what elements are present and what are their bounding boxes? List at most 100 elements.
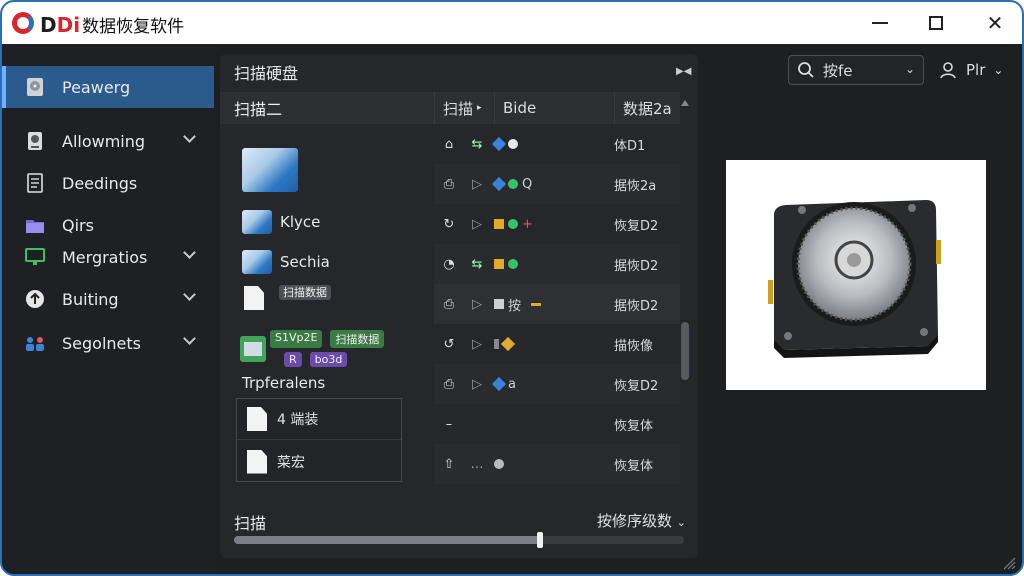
column-header-bide[interactable]: Bide	[494, 92, 614, 124]
table-row[interactable]: ⎙ ▷ Q 据恢2a	[434, 164, 680, 204]
table-row[interactable]: ⇧ … 恢复体	[434, 444, 680, 484]
sidebar-item-buiting[interactable]: Buiting	[2, 278, 214, 320]
tag: bo3d	[309, 352, 348, 367]
maximize-button[interactable]	[916, 8, 956, 38]
tree-item-gallery[interactable]: S1Vp2E 扫描数据 R bo3d	[240, 330, 385, 367]
sidebar-item-label: Segolnets	[62, 333, 141, 353]
diamond-icon	[491, 136, 507, 152]
column-label: 扫描	[443, 99, 474, 118]
row-value: 恢复体	[614, 458, 654, 474]
row-text: 按	[508, 298, 522, 314]
progress-handle[interactable]	[537, 532, 543, 548]
chevron-down-icon[interactable]	[183, 130, 196, 143]
sidebar-item-label: Deedings	[62, 173, 138, 193]
collapse-button[interactable]: ▶◀	[676, 66, 691, 77]
chevron-down-icon[interactable]	[183, 288, 196, 301]
dot-icon	[508, 259, 518, 269]
column-header-data[interactable]: 数据2a	[614, 92, 680, 124]
row-value: 据恢D2	[614, 298, 659, 314]
panel-title: 扫描硬盘	[234, 64, 299, 83]
tree-item-image-large[interactable]	[242, 148, 298, 192]
monitor-icon	[24, 246, 46, 268]
document-icon	[244, 286, 264, 310]
diamond-icon	[491, 376, 507, 392]
table-row[interactable]: ⎙ ▷ 按 据恢D2	[434, 284, 680, 324]
row-shapes	[490, 259, 614, 269]
sidebar-item-segolnets[interactable]: Segolnets	[2, 322, 214, 364]
tag: S1Vp2E	[270, 330, 323, 348]
gallery-icon	[240, 335, 266, 362]
row-icon: ⌂	[444, 136, 454, 152]
panel-header: 扫描硬盘	[220, 54, 698, 90]
table-row[interactable]: ◔ ⇆ 据恢D2	[434, 244, 680, 284]
scan-label: 扫描	[234, 514, 267, 533]
title-suffix: 数据恢复软件	[82, 17, 185, 37]
sidebar-item-label: Qirs	[62, 215, 94, 235]
image-icon	[494, 299, 504, 309]
sub-panel: 4 端装 菜宏	[236, 398, 402, 482]
row-status-icon: ▷	[472, 336, 482, 352]
search-box[interactable]: 按fe ⌄	[788, 55, 924, 85]
user-label: Plr	[966, 61, 986, 79]
image-thumbnail-icon	[242, 250, 272, 274]
table-row[interactable]: ⎙ ▷ a 恢复D2	[434, 364, 680, 404]
close-button[interactable]: ✕	[975, 8, 1015, 38]
column-header-scan[interactable]: 扫描 ▸	[434, 92, 494, 124]
sidebar-item-label: Mergratios	[62, 247, 148, 267]
sidebar-item-allowming[interactable]: Allowming	[2, 120, 214, 162]
row-value: 体D1	[614, 138, 646, 154]
scan-progress-bar[interactable]	[234, 532, 684, 548]
image-thumbnail-icon	[242, 148, 298, 192]
user-menu[interactable]: Plr ⌄	[938, 55, 1014, 85]
people-icon	[24, 332, 46, 354]
table-row[interactable]: ↻ ▷ + 恢复D2	[434, 204, 680, 244]
sidebar-item-mergratios[interactable]: Mergratios	[2, 236, 214, 278]
table-row[interactable]: – 恢复体	[434, 404, 680, 444]
sort-dropdown[interactable]: 按修序级数 ⌄	[597, 510, 686, 531]
sort-dropdown-label: 按修序级数	[596, 512, 672, 530]
app-title: DDi 数据恢复软件	[40, 12, 184, 37]
row-text: +	[522, 216, 533, 232]
resize-grip-icon[interactable]	[1002, 556, 1016, 570]
sidebar-item-label: Allowming	[62, 131, 146, 151]
preview-pane	[726, 160, 986, 390]
row-value: 恢复体	[614, 418, 654, 434]
tag-label: 扫描数据	[279, 285, 331, 300]
sidebar-item-deedings[interactable]: Deedings	[2, 162, 214, 204]
tree-item-sechia[interactable]: Sechia	[242, 250, 330, 274]
row-value: 据恢D2	[614, 258, 659, 274]
sub-row[interactable]: 菜宏	[237, 441, 401, 482]
row-shapes: +	[490, 217, 614, 232]
chevron-down-icon[interactable]	[183, 332, 196, 345]
row-shapes	[490, 136, 614, 152]
user-icon	[940, 62, 956, 79]
sub-row[interactable]: 4 端装	[237, 399, 401, 440]
row-shapes: Q	[490, 177, 614, 192]
dash-icon	[531, 302, 542, 306]
table-row[interactable]: ↺ ▷ 描恢像	[434, 324, 680, 364]
scroll-up-icon[interactable]	[681, 100, 689, 106]
tag: 扫描数据	[330, 330, 385, 348]
table-row[interactable]: ⌂ ⇆ 体D1	[434, 124, 680, 164]
close-icon: ✕	[986, 11, 1004, 35]
app-brand: DDi	[40, 13, 80, 37]
document-icon	[24, 172, 46, 194]
row-shapes: a	[490, 377, 614, 392]
app-logo-icon	[12, 12, 34, 34]
row-text: a	[508, 376, 516, 392]
search-value: 按fe	[823, 61, 853, 80]
row-icon: ◔	[443, 256, 455, 272]
document-icon	[247, 407, 267, 431]
chevron-down-icon[interactable]	[183, 246, 196, 259]
minimize-button[interactable]	[860, 8, 900, 38]
sidebar-item-peawerg[interactable]: Peawerg	[2, 66, 214, 108]
tree-item-document[interactable]: 扫描数据	[244, 285, 336, 310]
tree-item-klyce[interactable]: Klyce	[242, 210, 320, 234]
scrollbar[interactable]	[678, 94, 692, 534]
diamond-icon	[491, 176, 507, 192]
scrollbar-thumb[interactable]	[681, 322, 689, 380]
row-value: 描恢像	[614, 338, 654, 354]
chevron-down-icon: ⌄	[676, 516, 686, 529]
row-icon: ⎙	[443, 376, 455, 392]
row-value: 恢复D2	[614, 378, 659, 394]
